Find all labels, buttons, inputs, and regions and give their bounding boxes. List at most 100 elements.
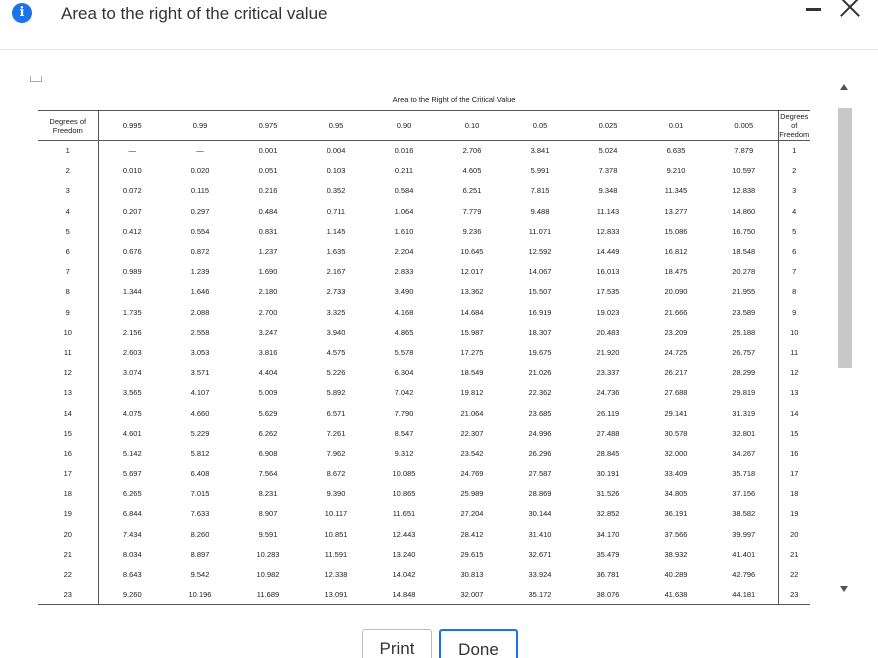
table-cell: 11.071 xyxy=(528,226,552,236)
table-cell: 5.812 xyxy=(190,448,210,458)
table-cell: 5.024 xyxy=(598,146,618,156)
minimize-icon[interactable] xyxy=(806,8,821,11)
scroll-up-arrow-icon[interactable] xyxy=(840,84,848,90)
table-cell: 23.589 xyxy=(732,307,756,317)
column-header: 0.05 xyxy=(532,121,548,130)
table-cell: 11.345 xyxy=(664,186,688,196)
table-cell: 6.408 xyxy=(190,469,210,479)
table-cell: 27.587 xyxy=(528,469,552,479)
table-cell: 21.955 xyxy=(732,287,756,297)
df-cell: 6 xyxy=(38,241,99,262)
table-cell: 25.989 xyxy=(460,489,484,499)
table-row: 21 8.034 8.897 10.283 11.591 13.240 29.615 32.6… xyxy=(38,544,810,565)
table-row: 11 2.603 3.053 3.816 4.575 5.578 17.275 19.675 2… xyxy=(38,342,810,363)
table-cell: 0.989 xyxy=(122,267,142,277)
table-cell: 30.191 xyxy=(596,469,620,479)
df-cell: 9 xyxy=(777,302,810,323)
table-cell: 2.558 xyxy=(190,327,210,337)
column-header: 0.99 xyxy=(192,121,208,130)
df-header-left: Degrees of Freedom xyxy=(38,110,99,141)
table-cell: 21.920 xyxy=(596,347,620,357)
print-button[interactable]: Print xyxy=(362,629,432,658)
table-cell: 26.217 xyxy=(664,368,688,378)
table-cell: 0.072 xyxy=(122,186,142,196)
table-cell: 0.554 xyxy=(190,226,210,236)
table-cell: 37.156 xyxy=(732,489,756,499)
column-header: 0.10 xyxy=(464,121,480,130)
df-cell: 13 xyxy=(38,382,99,403)
table-row: 2 0.010 0.020 0.051 0.103 0.211 4.605 5.991 7.37… xyxy=(38,160,810,181)
table-cell: 5.226 xyxy=(326,368,346,378)
table-cell: 41.401 xyxy=(732,549,756,559)
table-cell: 14.848 xyxy=(392,589,416,599)
table-cell: 12.838 xyxy=(732,186,756,196)
table-cell: 0.004 xyxy=(326,146,346,156)
table-cell: 10.117 xyxy=(324,509,348,519)
df-cell: 16 xyxy=(777,443,810,464)
table-cell: 18.475 xyxy=(664,267,688,277)
table-cell: 9.348 xyxy=(598,186,618,196)
df-cell: 12 xyxy=(777,362,810,383)
scroll-down-arrow-icon[interactable] xyxy=(840,586,848,592)
scrollbar-thumb[interactable] xyxy=(838,108,852,368)
table-caption: Area to the Right of the Critical Value xyxy=(392,95,516,104)
table-cell: 2.733 xyxy=(326,287,346,297)
df-cell: 5 xyxy=(38,221,99,242)
table-row: 7 0.989 1.239 1.690 2.167 2.833 12.017 14.067 16… xyxy=(38,261,810,282)
table-cell: 24.736 xyxy=(596,388,620,398)
table-cell: 10.982 xyxy=(256,570,280,580)
table-cell: 30.578 xyxy=(664,428,688,438)
table-cell: 0.676 xyxy=(122,247,142,257)
table-cell: 30.813 xyxy=(460,570,484,580)
table-cell: 5.142 xyxy=(122,448,142,458)
table-cell: 23.685 xyxy=(528,408,552,418)
table-cell: 4.660 xyxy=(190,408,210,418)
table-cell: 5.229 xyxy=(190,428,210,438)
df-cell: 22 xyxy=(38,564,99,585)
table-row: 4 0.207 0.297 0.484 0.711 1.064 7.779 9.488 11.1… xyxy=(38,201,810,222)
table-cell: 9.210 xyxy=(666,166,686,176)
column-header: 0.975 xyxy=(258,121,278,130)
df-cell: 14 xyxy=(777,402,810,424)
table-cell: 8.672 xyxy=(326,469,346,479)
table-cell: 1.635 xyxy=(326,247,346,257)
table-cell: 13.091 xyxy=(324,589,348,599)
table-cell: 32.852 xyxy=(596,509,620,519)
table-cell: 7.790 xyxy=(394,408,414,418)
table-row: 5 0.412 0.554 0.831 1.145 1.610 9.236 11.071 12.… xyxy=(38,221,810,242)
table-cell: 0.020 xyxy=(190,166,210,176)
table-row: 1 — — 0.001 0.004 0.016 2.706 3.841 5.024 6.635 7.… xyxy=(38,140,810,161)
table-cell: 22.307 xyxy=(460,428,484,438)
table-cell: 29.819 xyxy=(732,388,756,398)
table-cell: 8.034 xyxy=(122,549,142,559)
table-cell: 2.700 xyxy=(258,307,278,317)
column-header: 0.005 xyxy=(734,121,754,130)
df-cell: 14 xyxy=(38,402,99,424)
table-cell: 5.697 xyxy=(122,469,142,479)
table-cell: 19.675 xyxy=(528,347,552,357)
table-cell: 12.592 xyxy=(528,247,552,257)
close-icon[interactable] xyxy=(838,0,862,20)
info-icon: i xyxy=(12,3,32,23)
df-cell: 18 xyxy=(38,483,99,504)
table-cell: 2.833 xyxy=(394,267,414,277)
df-cell: 11 xyxy=(38,342,99,363)
table-cell: 9.390 xyxy=(326,489,346,499)
dialog-titlebar: i Area to the right of the critical valu… xyxy=(0,0,878,50)
table-cell: 38.076 xyxy=(596,589,620,599)
table-cell: 9.542 xyxy=(190,570,210,580)
table-cell: 9.260 xyxy=(122,589,142,599)
table-cell: 26.119 xyxy=(596,408,620,418)
table-cell: 4.865 xyxy=(394,327,414,337)
table-cell: 10.851 xyxy=(324,529,348,539)
table-cell: 0.584 xyxy=(394,186,414,196)
table-cell: 28.412 xyxy=(460,529,484,539)
table-cell: 24.725 xyxy=(664,347,688,357)
df-cell: 16 xyxy=(38,443,99,464)
table-cell: 11.651 xyxy=(392,509,416,519)
table-cell: 31.319 xyxy=(732,408,756,418)
done-button[interactable]: Done xyxy=(439,629,518,658)
table-cell: 22.362 xyxy=(528,388,552,398)
table-cell: 12.338 xyxy=(324,570,348,580)
table-cell: 0.051 xyxy=(258,166,278,176)
